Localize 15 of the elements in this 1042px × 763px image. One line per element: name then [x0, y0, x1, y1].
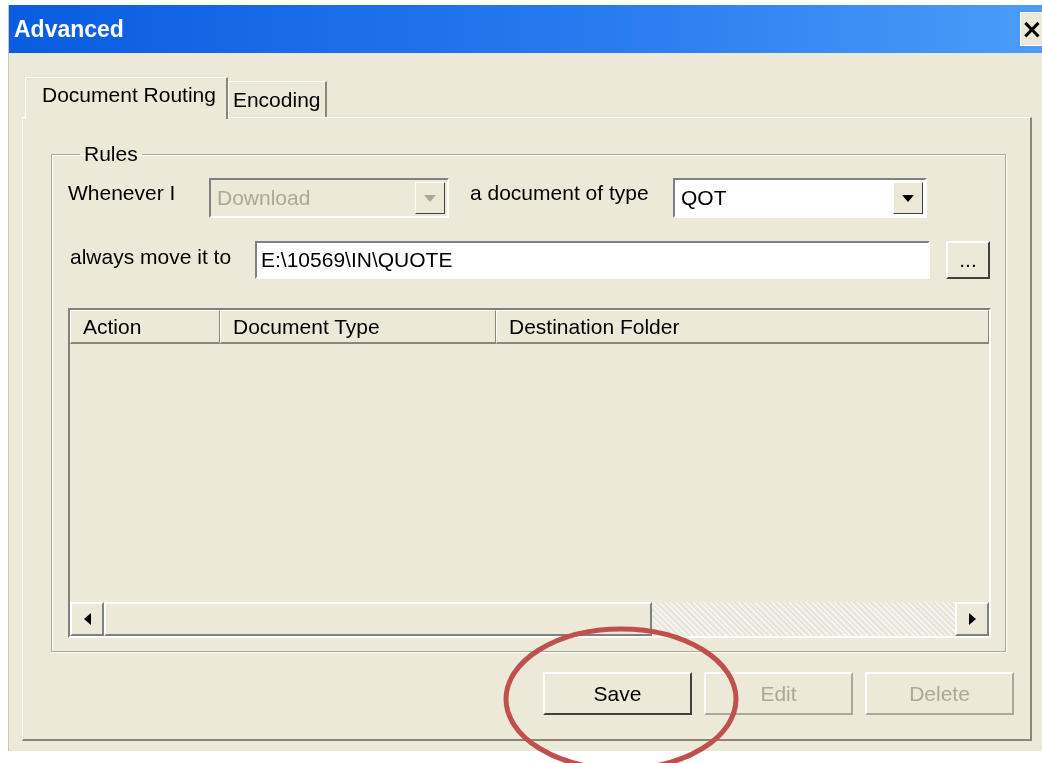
document-type-dropdown[interactable]: QOT — [673, 178, 927, 218]
tab[interactable]: Document Routing — [25, 77, 228, 119]
tab[interactable]: Encoding — [227, 81, 327, 117]
group-title: Rules — [83, 142, 139, 166]
field-label: always move it to — [70, 245, 233, 269]
action-button[interactable]: Save — [543, 672, 692, 715]
window-title: Advanced — [13, 15, 124, 43]
destination-field[interactable]: E:\10569\IN\QUOTE — [255, 241, 930, 279]
browse-button[interactable]: ... — [946, 241, 990, 279]
column-header[interactable]: Destination Folder — [496, 310, 989, 344]
column-header[interactable]: Document Type — [220, 310, 496, 344]
close-button[interactable]: × — [1020, 12, 1042, 46]
field-label: a document of type — [470, 181, 650, 205]
field-label: Whenever I — [68, 181, 177, 205]
column-header[interactable]: Action — [70, 310, 220, 344]
